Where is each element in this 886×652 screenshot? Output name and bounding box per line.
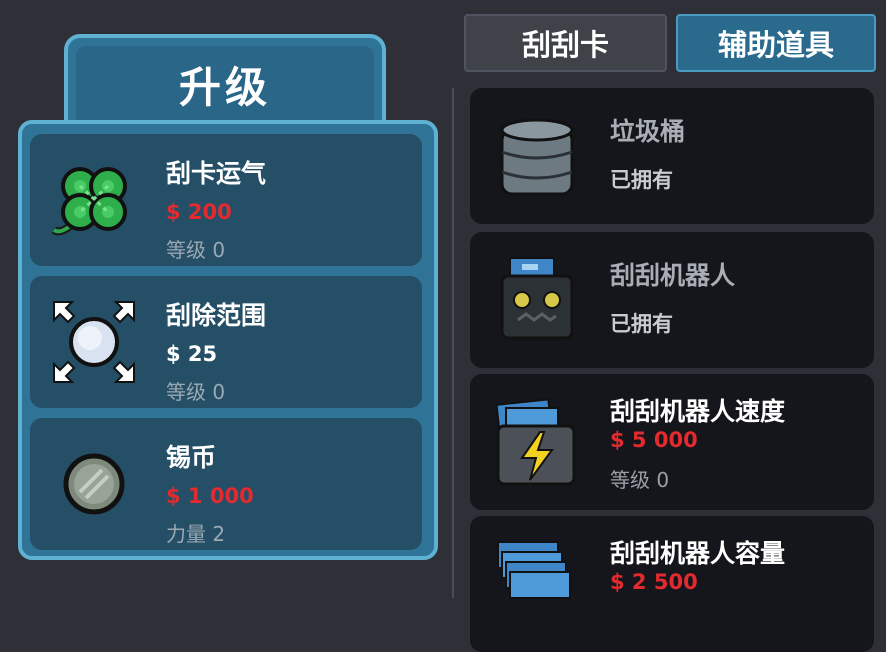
upgrade-item-level: 力量 2 xyxy=(166,522,226,546)
tool-item-level: 等级 0 xyxy=(610,468,670,492)
card-stack-icon xyxy=(492,540,582,630)
tab-label: 辅助道具 xyxy=(717,28,834,62)
upgrade-item-name: 刮除范围 xyxy=(166,301,267,330)
upgrade-item-level: 等级 0 xyxy=(166,380,226,404)
panel-divider xyxy=(452,88,454,598)
upgrade-tab-inner: 升级 xyxy=(76,46,374,130)
tool-item-name: 刮刮机器人容量 xyxy=(610,539,786,568)
tab-tools[interactable]: 辅助道具 xyxy=(676,14,876,72)
tool-item-status: 已拥有 xyxy=(610,168,673,192)
lightning-icon xyxy=(492,398,582,488)
tool-item-name: 刮刮机器人速度 xyxy=(610,397,786,426)
tool-item-robot[interactable]: 刮刮机器人 已拥有 xyxy=(470,232,874,368)
tin-coin-icon xyxy=(50,440,138,528)
tool-item-status: 已拥有 xyxy=(610,312,673,336)
upgrade-item-price: $ 1 000 xyxy=(166,484,254,508)
upgrade-panel-tab: 升级 xyxy=(64,34,386,130)
tool-item-robot-speed[interactable]: 刮刮机器人速度 $ 5 000 等级 0 xyxy=(470,374,874,510)
tool-item-robot-capacity[interactable]: 刮刮机器人容量 $ 2 500 xyxy=(470,516,874,652)
tab-scratch-cards[interactable]: 刮刮卡 xyxy=(464,14,667,72)
tool-item-price: $ 5 000 xyxy=(610,428,698,452)
trash-can-icon xyxy=(492,112,582,202)
upgrade-panel-title: 升级 xyxy=(178,62,271,112)
tool-item-price: $ 2 500 xyxy=(610,570,698,594)
upgrade-item-name: 刮卡运气 xyxy=(166,159,267,188)
upgrade-item-level: 等级 0 xyxy=(166,238,226,262)
tool-item-trash-can[interactable]: 垃圾桶 已拥有 xyxy=(470,88,874,224)
tool-item-name: 刮刮机器人 xyxy=(610,261,736,290)
upgrade-item-scratch-range[interactable]: 刮除范围 $ 25 等级 0 xyxy=(30,276,422,408)
scratch-range-icon xyxy=(50,298,138,386)
upgrade-item-name: 锡币 xyxy=(166,443,217,472)
upgrade-item-luck[interactable]: 刮卡运气 $ 200 等级 0 xyxy=(30,134,422,266)
tab-label: 刮刮卡 xyxy=(521,28,609,62)
clover-icon xyxy=(50,156,138,244)
tool-item-name: 垃圾桶 xyxy=(610,117,686,146)
upgrade-item-tin-coin[interactable]: 锡币 $ 1 000 力量 2 xyxy=(30,418,422,550)
robot-icon xyxy=(492,256,582,346)
upgrade-item-price: $ 200 xyxy=(166,200,232,224)
upgrade-item-price: $ 25 xyxy=(166,342,218,366)
